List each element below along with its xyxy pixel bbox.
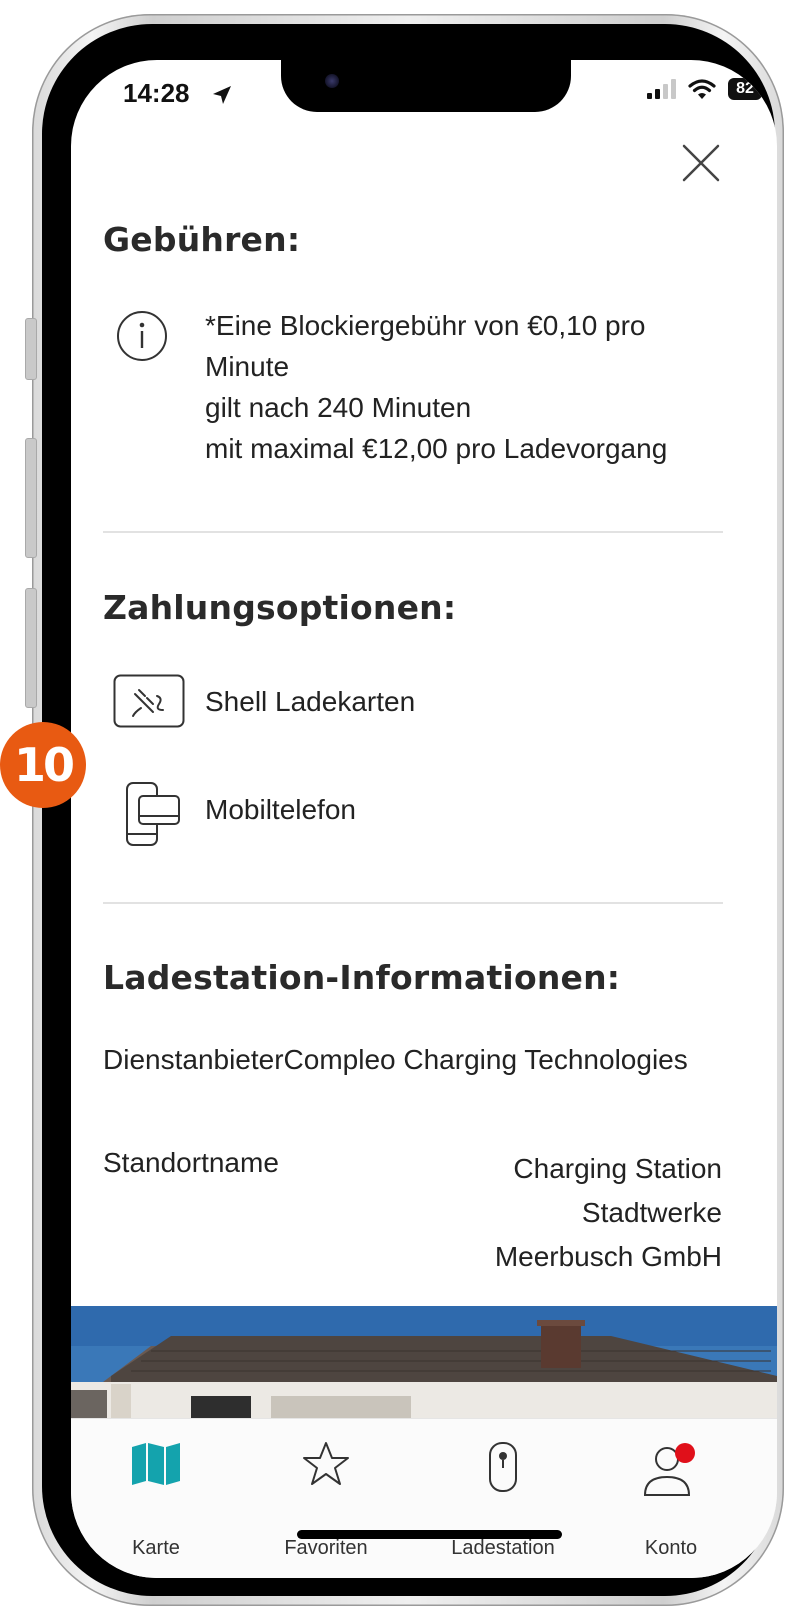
notification-dot xyxy=(675,1443,695,1463)
provider-row: DienstanbieterCompleo Charging Technolog… xyxy=(103,1044,688,1075)
payment-option-label: Mobiltelefon xyxy=(205,794,356,825)
charging-station-icon xyxy=(489,1442,517,1492)
fee-line: mit maximal €12,00 pro Ladevorgang xyxy=(205,433,668,464)
account-icon xyxy=(643,1443,695,1496)
location-line: Charging Station xyxy=(513,1153,722,1184)
tab-karte[interactable]: Karte xyxy=(86,1419,226,1578)
fees-heading: Gebühren: xyxy=(103,220,301,259)
location-line: Stadtwerke xyxy=(581,1197,722,1228)
signal-icon xyxy=(647,79,676,99)
tab-konto[interactable]: Konto xyxy=(601,1419,741,1578)
location-arrow-icon xyxy=(213,86,231,104)
charging-card-icon xyxy=(113,674,185,728)
divider xyxy=(103,531,723,533)
home-indicator xyxy=(297,1530,562,1539)
volume-down-button xyxy=(25,588,37,708)
tab-label: Karte xyxy=(132,1537,180,1559)
fee-line: Minute xyxy=(205,351,290,382)
station-photo xyxy=(71,1306,777,1418)
step-number-badge: 10 xyxy=(0,722,86,808)
fee-description: *Eine Blockiergebühr von €0,10 pro Minut… xyxy=(205,305,765,469)
tab-ladestation[interactable]: Ladestation xyxy=(433,1419,573,1578)
volume-up-button xyxy=(25,438,37,558)
map-icon xyxy=(132,1443,180,1485)
station-info-heading: Ladestation-Informationen: xyxy=(103,958,621,997)
front-camera xyxy=(325,74,339,88)
tab-label: Konto xyxy=(644,1537,698,1559)
close-icon[interactable] xyxy=(681,143,721,183)
wifi-icon xyxy=(688,79,716,99)
tab-label: Ladestation xyxy=(451,1537,555,1559)
tab-label: Favoriten xyxy=(284,1537,368,1559)
star-icon xyxy=(303,1442,349,1485)
phone-screen: 14:28 82 Gebühren: *Eine Blockiergebühr … xyxy=(71,60,777,1578)
status-time: 14:28 xyxy=(123,78,190,108)
tab-favoriten[interactable]: Favoriten xyxy=(256,1419,396,1578)
divider xyxy=(103,902,723,904)
battery-indicator: 82 xyxy=(728,78,767,100)
payment-option-label: Shell Ladekarten xyxy=(205,686,416,717)
status-icons: 82 xyxy=(646,78,767,100)
location-line: Meerbusch GmbH xyxy=(494,1241,722,1272)
info-icon xyxy=(117,311,167,361)
fee-line: gilt nach 240 Minuten xyxy=(205,392,472,423)
notch xyxy=(281,60,571,112)
location-name-label: Standortname xyxy=(103,1147,279,1178)
payment-heading: Zahlungsoptionen: xyxy=(103,588,457,627)
location-name-value: Charging Station Stadtwerke Meerbusch Gm… xyxy=(422,1147,722,1279)
mute-switch xyxy=(25,318,37,380)
mobile-phone-icon xyxy=(126,782,180,846)
fee-line: *Eine Blockiergebühr von €0,10 pro xyxy=(205,310,646,341)
tab-bar: Karte Favoriten Ladestation Konto xyxy=(71,1418,777,1578)
